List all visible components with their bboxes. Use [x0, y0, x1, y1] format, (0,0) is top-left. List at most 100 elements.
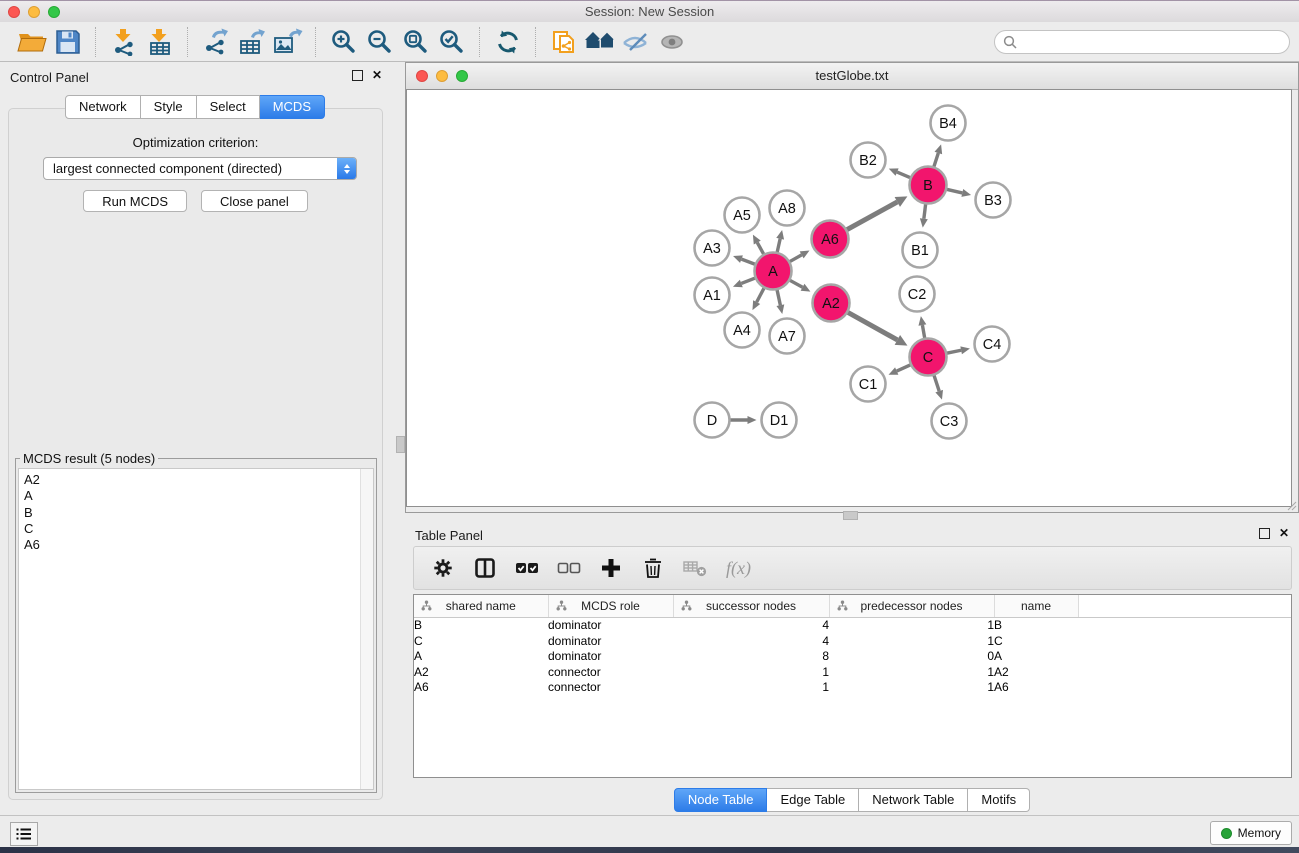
network-window-titlebar[interactable]: testGlobe.txt: [406, 63, 1298, 90]
save-session-icon[interactable]: [50, 26, 86, 58]
close-panel-icon[interactable]: ✕: [372, 69, 382, 81]
tab-motifs[interactable]: Motifs: [968, 788, 1030, 812]
zoom-selected-icon[interactable]: [434, 26, 470, 58]
zoom-fit-icon[interactable]: [398, 26, 434, 58]
graph-edge[interactable]: [777, 289, 780, 305]
graph-edge[interactable]: [924, 203, 926, 218]
node-label: A4: [733, 323, 751, 339]
refresh-icon[interactable]: [490, 26, 526, 58]
horizontal-split-handle[interactable]: [843, 511, 858, 520]
column-header-name[interactable]: name: [994, 595, 1078, 618]
export-table-icon[interactable]: [234, 26, 270, 58]
zoom-in-icon[interactable]: [326, 26, 362, 58]
vertical-split-handle[interactable]: [396, 436, 405, 453]
run-mcds-button[interactable]: Run MCDS: [83, 190, 187, 212]
node-label: A5: [733, 208, 751, 224]
graph-edge[interactable]: [789, 255, 802, 262]
graph-edge[interactable]: [922, 325, 924, 339]
node-table: shared name MCDS role successor nodes pr…: [413, 594, 1292, 778]
home-icon[interactable]: [582, 26, 618, 58]
export-network-icon[interactable]: [198, 26, 234, 58]
function-builder-fx-icon[interactable]: f(x): [726, 558, 751, 579]
table-cell: A: [414, 649, 548, 665]
column-header-mcds-role[interactable]: MCDS role: [548, 595, 673, 618]
graph-edge[interactable]: [934, 375, 939, 391]
tab-mcds[interactable]: MCDS: [260, 95, 325, 119]
float-panel-icon[interactable]: [352, 70, 363, 81]
table-row[interactable]: Bdominator41B: [414, 618, 1291, 634]
select-all-icon[interactable]: [514, 555, 540, 581]
search-field[interactable]: [994, 30, 1290, 54]
tab-node-table[interactable]: Node Table: [674, 788, 768, 812]
list-item[interactable]: A2: [24, 472, 373, 488]
column-header-successor-nodes[interactable]: successor nodes: [673, 595, 829, 618]
graph-edge[interactable]: [757, 243, 764, 255]
column-header-shared-name[interactable]: shared name: [414, 595, 548, 618]
mcds-panel: Optimization criterion: largest connecte…: [8, 108, 383, 800]
tab-edge-table[interactable]: Edge Table: [767, 788, 859, 812]
graph-edge[interactable]: [946, 350, 961, 353]
memory-label: Memory: [1238, 826, 1281, 840]
graph-edge[interactable]: [777, 239, 780, 253]
network-canvas[interactable]: B4B2BB3A5A8A6B1A3AC2A1A2A4A7C4CC1C3DD1: [406, 89, 1292, 507]
graph-edge[interactable]: [934, 153, 939, 167]
show-columns-icon[interactable]: [472, 555, 498, 581]
table-cell: C: [414, 634, 548, 650]
delete-table-icon[interactable]: [682, 555, 708, 581]
create-column-plus-icon[interactable]: [598, 555, 624, 581]
import-network-icon[interactable]: [106, 26, 142, 58]
import-table-icon[interactable]: [142, 26, 178, 58]
tab-select[interactable]: Select: [197, 95, 260, 119]
delete-columns-trash-icon[interactable]: [640, 555, 666, 581]
list-item[interactable]: C: [24, 521, 373, 537]
close-table-panel-icon[interactable]: ✕: [1279, 527, 1289, 539]
search-input[interactable]: [1022, 32, 1289, 52]
graph-edge[interactable]: [946, 189, 962, 193]
table-cell: connector: [548, 680, 673, 696]
float-table-panel-icon[interactable]: [1259, 528, 1270, 539]
graph-edge[interactable]: [757, 287, 765, 302]
table-header-row: shared name MCDS role successor nodes pr…: [414, 595, 1291, 618]
window-title: Session: New Session: [0, 4, 1299, 19]
list-item[interactable]: A: [24, 488, 373, 504]
list-icon: [16, 827, 32, 841]
task-history-button[interactable]: [10, 822, 38, 846]
node-label: D1: [770, 413, 789, 429]
table-row[interactable]: A6connector11A6: [414, 680, 1291, 696]
table-row[interactable]: Adominator80A: [414, 649, 1291, 665]
graph-edge[interactable]: [897, 365, 911, 371]
graph-edge[interactable]: [846, 202, 897, 230]
optimization-criterion-dropdown[interactable]: largest connected component (directed): [43, 157, 357, 180]
tab-network-table[interactable]: Network Table: [859, 788, 968, 812]
table-cell: 1: [829, 634, 994, 650]
graph-edge[interactable]: [741, 259, 755, 264]
tab-network[interactable]: Network: [65, 95, 141, 119]
tab-style[interactable]: Style: [141, 95, 197, 119]
new-network-from-selection-icon[interactable]: [546, 26, 582, 58]
open-file-icon[interactable]: [14, 26, 50, 58]
table-row[interactable]: A2connector11A2: [414, 665, 1291, 681]
table-settings-gear-icon[interactable]: [430, 555, 456, 581]
table-cell: connector: [548, 665, 673, 681]
zoom-out-icon[interactable]: [362, 26, 398, 58]
graph-edge[interactable]: [741, 278, 755, 284]
resize-grip-icon[interactable]: [1286, 500, 1297, 511]
table-cell: A6: [994, 680, 1078, 696]
list-item[interactable]: A6: [24, 537, 373, 553]
list-item[interactable]: B: [24, 505, 373, 521]
table-row[interactable]: Cdominator41C: [414, 634, 1291, 650]
node-label: C4: [983, 337, 1002, 353]
column-header-predecessor-nodes[interactable]: predecessor nodes: [829, 595, 994, 618]
hide-selected-eye-icon[interactable]: [618, 26, 654, 58]
deselect-all-icon[interactable]: [556, 555, 582, 581]
table-cell: 0: [829, 649, 994, 665]
edge-arrowhead-icon: [776, 230, 784, 240]
memory-button[interactable]: Memory: [1210, 821, 1292, 845]
export-image-icon[interactable]: [270, 26, 306, 58]
scrollbar[interactable]: [360, 469, 373, 789]
graph-edge[interactable]: [847, 312, 897, 340]
close-panel-button[interactable]: Close panel: [201, 190, 308, 212]
graph-edge[interactable]: [789, 280, 802, 287]
graph-edge[interactable]: [897, 172, 911, 178]
show-all-eye-icon[interactable]: [654, 26, 690, 58]
